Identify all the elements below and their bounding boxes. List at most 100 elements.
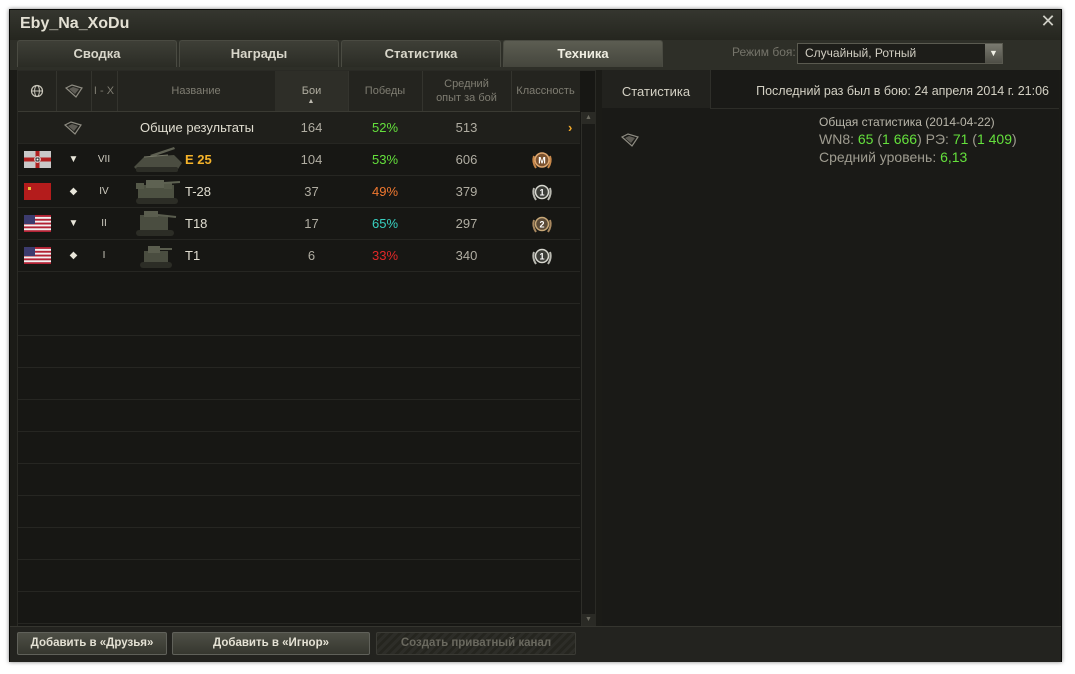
dropdown-arrow-icon[interactable]: ▼ [985,44,1002,63]
vehicles-list: Общие результаты 164 52% 513 › ▼ VII E 2… [18,112,580,656]
total-wins: 52% [371,120,399,135]
tab-vehicles[interactable]: Техника [503,40,663,67]
add-ignore-button[interactable]: Добавить в «Игнор» [172,632,370,655]
mastery-badge-icon: M [532,152,552,169]
vehicle-name: T1 [185,248,201,263]
vehicle-avg-xp: 340 [455,248,478,263]
tab-statistics[interactable]: Статистика [341,40,501,67]
vehicle-type: ◆ [69,186,78,197]
vehicle-wins: 49% [371,184,399,199]
svg-text:1: 1 [539,188,544,198]
add-friend-button[interactable]: Добавить в «Друзья» [17,632,167,655]
tank-icon [134,147,182,172]
vehicle-type-icon [63,121,82,135]
vehicle-tier: VII [97,154,111,165]
tank-icon [136,180,181,204]
vehicle-battles: 104 [300,152,323,167]
vehicle-row-e25[interactable]: ▼ VII E 25 104 53% 606 M [18,144,580,176]
wn8-close-paren: ) [917,131,922,147]
empty-row [18,336,580,368]
scroll-up-icon[interactable]: ▲ [582,112,595,124]
tier-column-header[interactable]: I - X [91,71,118,111]
vehicle-type: ▼ [68,218,79,229]
scroll-down-icon[interactable]: ▼ [582,614,595,626]
table-scrollbar[interactable]: ▲ ▼ [581,112,595,626]
empty-row [18,272,580,304]
tab-summary[interactable]: Сводка [17,40,177,67]
empty-row [18,592,580,624]
mastery-badge-icon: 1 [532,184,552,201]
empty-row [18,400,580,432]
vehicle-avg-xp: 606 [455,152,478,167]
tank-icon [136,211,177,236]
avg-xp-header-line2: опыт за бой [436,92,497,104]
avg-level-value: 6,13 [940,149,968,165]
close-icon[interactable]: ✕ [1039,12,1057,30]
tab-divider [710,108,1059,109]
vehicle-battles: 37 [304,184,319,199]
type-column-header[interactable] [56,71,92,111]
empty-row [18,368,580,400]
vehicle-stats-panel: Статистика Последний раз был в бою: 24 а… [602,70,1059,626]
vehicles-table-panel: I - X Название Бои ▲ Победы Средний опыт… [17,70,596,656]
empty-row [18,560,580,592]
avg-xp-column-header[interactable]: Средний опыт за бой [422,71,512,111]
vehicle-type-icon [620,133,639,147]
empty-row [18,464,580,496]
battle-mode-select[interactable]: Случайный, Ротный ▼ [797,43,1003,64]
empty-row [18,432,580,464]
vehicle-battles: 17 [304,216,319,231]
last-battle-text: Последний раз был в бою: 24 апреля 2014 … [756,84,1049,98]
tab-vehicle-statistics[interactable]: Статистика [602,70,711,108]
vehicle-tier: II [101,218,107,229]
vehicle-avg-xp: 297 [455,216,478,231]
create-private-channel-button[interactable]: Создать приватный канал [376,632,576,655]
general-stats-date: (2014-04-22) [925,115,995,129]
table-header: I - X Название Бои ▲ Победы Средний опыт… [18,71,580,112]
vehicle-tier: I [102,250,106,261]
empty-row [18,528,580,560]
title-bar: Eby_Na_XoDu ✕ [10,10,1061,40]
vehicle-tier: IV [99,186,109,197]
mastery-badge-icon: 2 [532,216,552,233]
tab-awards[interactable]: Награды [179,40,339,67]
vehicle-battles: 6 [307,248,316,263]
mastery-column-header[interactable]: Классность [511,71,580,111]
tank-icon [140,246,172,268]
wn8-value: 65 [857,131,874,147]
vehicle-row-t1[interactable]: ◆ I T1 6 33% 340 1 [18,240,580,272]
vehicle-type: ▼ [68,154,79,165]
name-column-header[interactable]: Название [117,71,276,111]
vehicle-row-t28[interactable]: ◆ IV T-28 37 49% 379 1 [18,176,580,208]
total-label: Общие результаты [140,120,254,135]
vehicle-name: E 25 [185,152,212,167]
general-stats-block: Общая статистика (2014-04-22) WN8: 65 (1… [819,114,1017,166]
globe-icon [30,84,44,98]
general-stats-label: Общая статистика [819,115,922,129]
chevron-right-icon[interactable]: › [568,112,572,143]
svg-text:M: M [538,156,546,166]
general-stats-heading: Общая статистика (2014-04-22) [819,114,1017,130]
avg-xp-header-line1: Средний [444,78,489,90]
battles-column-header[interactable]: Бои ▲ [275,71,349,111]
vehicle-row-t18[interactable]: ▼ II T18 17 65% 297 2 [18,208,580,240]
total-battles: 164 [300,120,323,135]
svg-text:2: 2 [539,220,544,230]
re-value: 71 [952,131,969,147]
vehicle-wins: 65% [371,216,399,231]
wn8-label: WN8: [819,131,854,147]
mastery-badge-icon: 1 [532,248,552,265]
ussr-flag-icon [24,183,51,200]
re-close-paren: ) [1012,131,1017,147]
window-title: Eby_Na_XoDu [20,15,130,32]
empty-row [18,496,580,528]
total-results-row[interactable]: Общие результаты 164 52% 513 › [18,112,580,144]
avg-level-line: Средний уровень: 6,13 [819,148,1017,166]
re-label: РЭ: [925,131,949,147]
avg-level-label: Средний уровень: [819,149,937,165]
battle-mode-label: Режим боя: [732,45,796,59]
wn8-extra-value: 1 666 [882,131,918,147]
nation-column-header[interactable] [18,71,57,111]
re-extra-value: 1 409 [976,131,1013,147]
wins-column-header[interactable]: Победы [348,71,423,111]
